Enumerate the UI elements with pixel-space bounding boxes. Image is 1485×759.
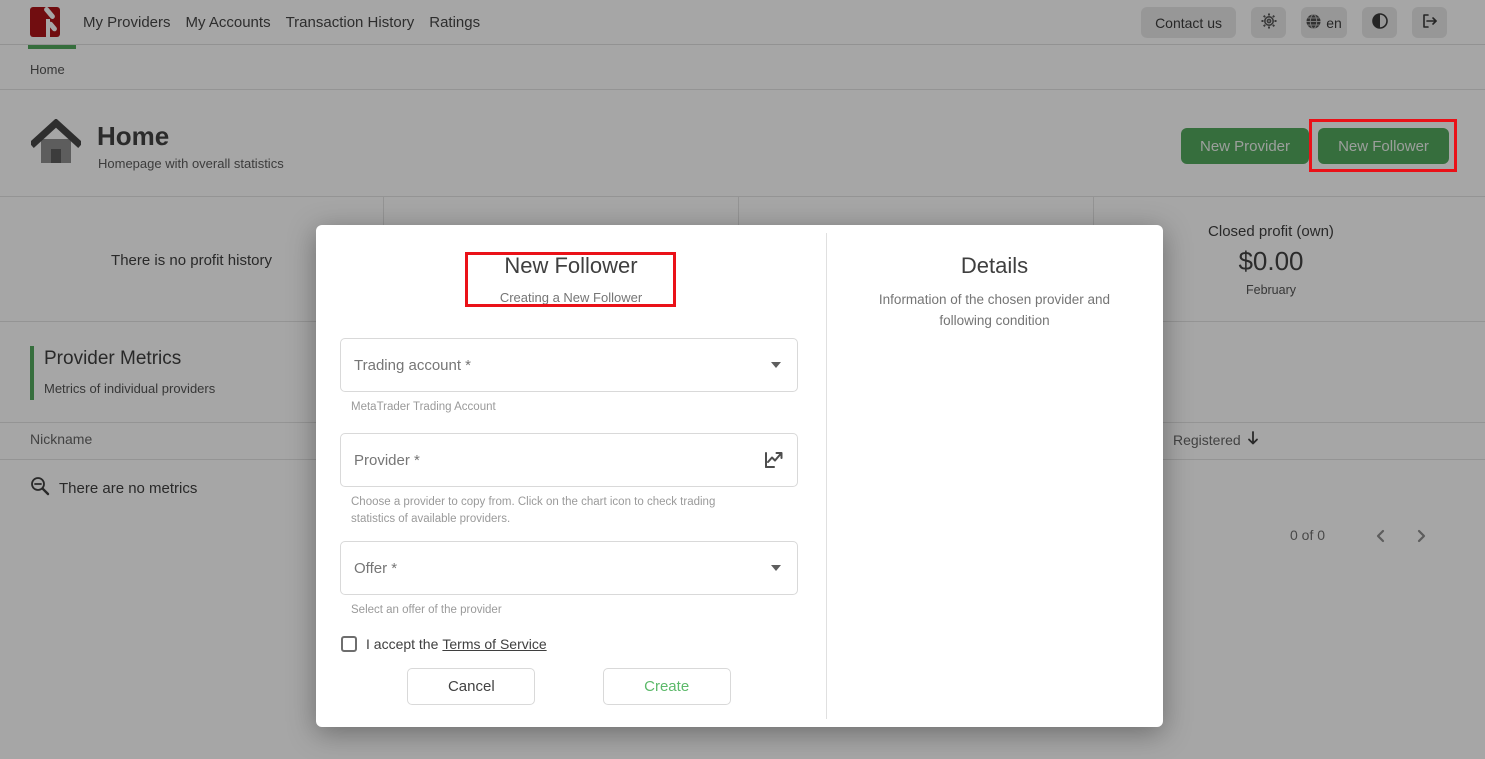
dialog-buttons: Cancel Create bbox=[340, 668, 798, 705]
page: My Providers My Accounts Transaction His… bbox=[0, 0, 1485, 759]
create-button[interactable]: Create bbox=[603, 668, 731, 705]
details-subtitle: Information of the chosen provider and f… bbox=[870, 290, 1120, 332]
dialog-details-pane: Details Information of the chosen provid… bbox=[826, 225, 1163, 727]
provider-label: Provider * bbox=[354, 452, 761, 469]
chevron-down-icon bbox=[771, 362, 781, 368]
terms-checkbox[interactable] bbox=[341, 636, 357, 652]
terms-row: I accept the Terms of Service bbox=[341, 636, 547, 652]
provider-select[interactable]: Provider * bbox=[340, 433, 798, 487]
dialog-form-pane: New Follower Creating a New Follower Tra… bbox=[316, 225, 826, 727]
chart-icon bbox=[763, 448, 785, 473]
offer-select[interactable]: Offer * bbox=[340, 541, 798, 595]
offer-helper: Select an offer of the provider bbox=[351, 602, 761, 619]
terms-text: I accept the bbox=[366, 636, 438, 652]
offer-label: Offer * bbox=[354, 560, 771, 577]
provider-chart-button[interactable] bbox=[761, 446, 787, 475]
chevron-down-icon bbox=[771, 565, 781, 571]
trading-account-select[interactable]: Trading account * bbox=[340, 338, 798, 392]
provider-helper: Choose a provider to copy from. Click on… bbox=[351, 494, 761, 529]
terms-of-service-link[interactable]: Terms of Service bbox=[442, 636, 546, 652]
trading-account-helper: MetaTrader Trading Account bbox=[351, 399, 761, 416]
new-follower-dialog: New Follower Creating a New Follower Tra… bbox=[316, 225, 1163, 727]
trading-account-label: Trading account * bbox=[354, 357, 771, 374]
details-title: Details bbox=[826, 253, 1163, 279]
cancel-button[interactable]: Cancel bbox=[407, 668, 535, 705]
